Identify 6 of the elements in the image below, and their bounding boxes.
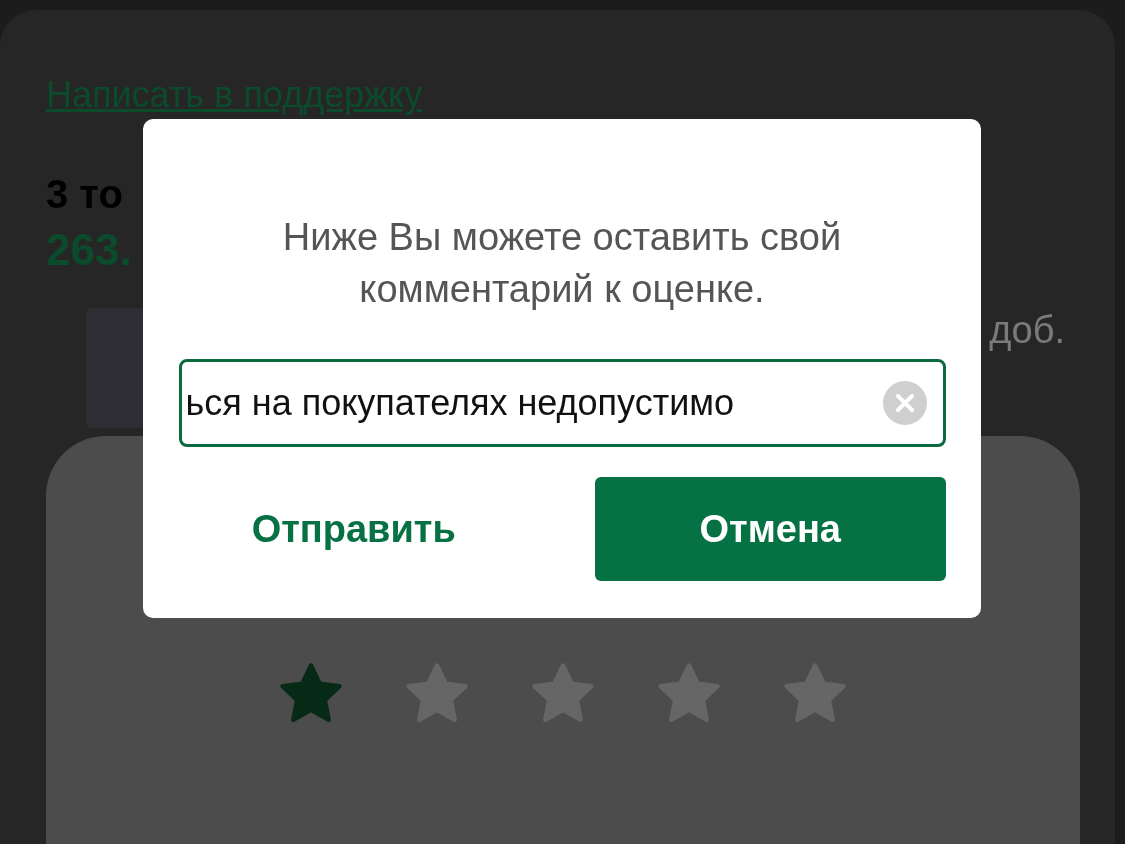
comment-field[interactable]: ься на покупателях недопустимо [178,359,946,447]
cancel-button[interactable]: Отмена [595,477,946,581]
comment-text: ься на покупателях недопустимо [185,381,735,425]
dialog-message: Ниже Вы можете оставить свой комментарий к оценке. [281,215,843,312]
product-note: доб. [989,308,1065,352]
clear-icon[interactable] [882,381,927,425]
